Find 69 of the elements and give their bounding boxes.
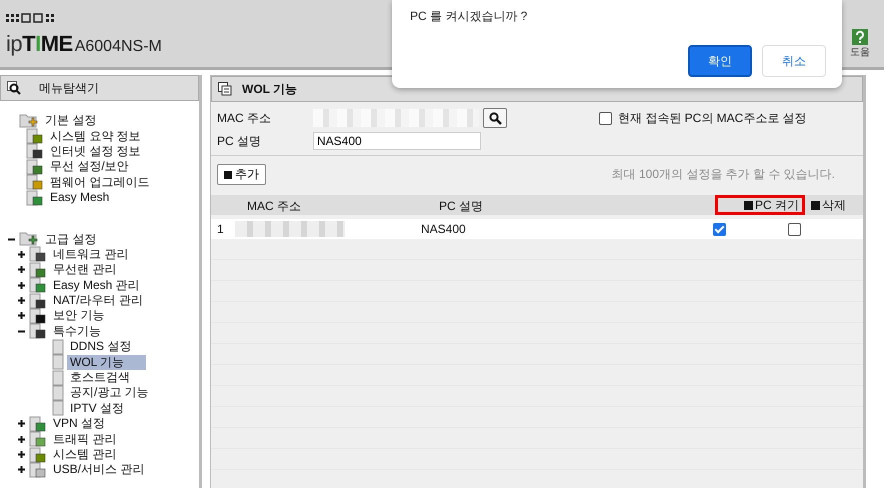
- menu-item[interactable]: WOL 기능: [67, 354, 146, 370]
- folder-icon: [19, 112, 39, 129]
- page-icon: [52, 384, 64, 401]
- menu-item[interactable]: Easy Mesh: [47, 190, 112, 206]
- page-icon: [52, 400, 64, 416]
- table-cell-text: NAS400: [421, 222, 467, 236]
- menu-item[interactable]: IPTV 설정: [67, 400, 128, 416]
- sidebar-title: 메뉴탐색기: [38, 80, 99, 96]
- column-header: PC 설명: [438, 198, 484, 215]
- menu-item[interactable]: DDNS 설정: [67, 339, 134, 354]
- menu-item[interactable]: 인터넷 설정 정보: [47, 144, 144, 159]
- column-header: MAC 주소: [246, 198, 302, 215]
- checkbox[interactable]: [599, 112, 612, 124]
- cancel-button[interactable]: 취소: [762, 45, 826, 77]
- page-icon: [52, 338, 64, 355]
- help-label[interactable]: 도움: [850, 45, 870, 59]
- checkbox-label: 현재 접속된 PC의 MAC주소로 설정: [618, 110, 807, 126]
- menu-item[interactable]: 호스트검색: [67, 370, 133, 386]
- menu-item[interactable]: 고급 설정: [42, 232, 100, 247]
- menu-item[interactable]: VPN 설정: [50, 416, 108, 432]
- menu-item[interactable]: 특수기능: [50, 324, 104, 339]
- add-button[interactable]: 추가: [217, 164, 266, 185]
- row-number: 1: [216, 222, 225, 236]
- expand-icon[interactable]: [18, 420, 24, 428]
- column-header: PC 켜기: [715, 195, 805, 215]
- help-icon[interactable]: [852, 29, 868, 45]
- search-icon: [488, 112, 502, 124]
- menu-item[interactable]: 펌웨어 업그레이드: [47, 174, 152, 190]
- menu-item[interactable]: Easy Mesh 관리: [50, 278, 143, 293]
- expand-icon[interactable]: [18, 466, 24, 474]
- menu-item[interactable]: 시스템 관리: [50, 447, 120, 462]
- menu-item[interactable]: 네트워크 관리: [50, 246, 132, 262]
- window-icon: [218, 82, 232, 96]
- expand-icon[interactable]: [18, 312, 24, 320]
- expand-icon[interactable]: [18, 266, 24, 274]
- expand-icon[interactable]: [18, 451, 24, 458]
- expand-icon[interactable]: [18, 297, 24, 304]
- description-input[interactable]: NAS400: [313, 132, 481, 150]
- menu-item[interactable]: 공지/광고 기능: [67, 385, 152, 400]
- menu-item[interactable]: USB/서비스 관리: [50, 462, 148, 478]
- page-icon: [29, 462, 47, 478]
- menu-item[interactable]: 기본 설정: [42, 113, 100, 128]
- checkbox[interactable]: [788, 222, 800, 236]
- brand-logo: ipTIME: [6, 31, 73, 57]
- content-title: WOL 기능: [241, 80, 298, 98]
- page-icon: [52, 370, 64, 386]
- menu-item[interactable]: 보안 기능: [50, 308, 108, 324]
- expand-icon[interactable]: [18, 436, 24, 443]
- menu-item[interactable]: 시스템 요약 정보: [47, 128, 144, 144]
- menu-item[interactable]: 무선 설정/보안: [47, 159, 132, 174]
- limit-note: 최대 100개의 설정을 추가 할 수 있습니다.: [612, 166, 835, 183]
- model-name: A6004NS-M: [74, 38, 162, 56]
- search-icon: [7, 81, 21, 95]
- collapse-icon[interactable]: [8, 236, 14, 243]
- menu-item[interactable]: NAT/라우터 관리: [50, 293, 146, 308]
- dialog-message: PC 를 켜시겠습니까 ?: [410, 8, 528, 25]
- column-header: 삭제: [805, 195, 863, 215]
- field-label: PC 설명: [217, 132, 262, 150]
- collapse-icon[interactable]: [18, 328, 24, 335]
- checkbox[interactable]: [712, 222, 726, 236]
- menu-item[interactable]: 트래픽 관리: [50, 432, 120, 447]
- ok-button[interactable]: 확인: [688, 45, 752, 77]
- folder-icon: [19, 231, 39, 248]
- expand-icon[interactable]: [18, 250, 24, 258]
- search-button[interactable]: [483, 108, 507, 128]
- field-label: MAC 주소: [217, 110, 272, 126]
- expand-icon[interactable]: [18, 282, 24, 289]
- menu-item[interactable]: 무선랜 관리: [50, 262, 120, 278]
- page-icon: [52, 354, 64, 370]
